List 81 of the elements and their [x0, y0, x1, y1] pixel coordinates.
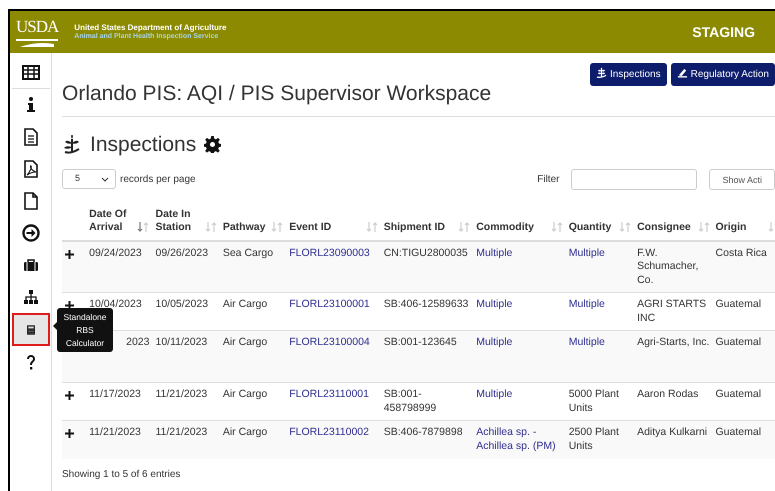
- table-cell: Sea Cargo: [222, 246, 274, 259]
- table-cell: 11/17/2023: [89, 388, 141, 400]
- column-header[interactable]: Commodity: [476, 221, 534, 235]
- pdf-icon: [22, 160, 40, 178]
- column-header[interactable]: Date Of Arrival: [89, 208, 136, 235]
- table-cell: SB:001-458798999: [384, 388, 436, 414]
- usda-logo: USDA: [16, 18, 58, 40]
- table-cell: 2023: [126, 336, 150, 348]
- plant-icon: [596, 67, 608, 78]
- filter-label: Filter: [537, 172, 560, 187]
- filter-field[interactable]: [571, 168, 698, 190]
- table-cell: Aaron Rodas: [637, 388, 698, 400]
- table-link[interactable]: Multiple: [476, 336, 512, 350]
- caret-icon: [101, 176, 109, 182]
- table-cell: 5000 Plant Units: [568, 388, 619, 414]
- table-cell: Aditya Kulkarni: [637, 426, 708, 438]
- table-cell: 11/21/2023: [155, 426, 208, 438]
- page-title: Orlando PIS: AQI / PIS Supervisor Workspace: [62, 81, 492, 106]
- table-link[interactable]: Multiple: [476, 246, 512, 260]
- sidebar-item[interactable]: [14, 315, 48, 344]
- entries-info: Showing 1 to 5 of 6 entries: [62, 466, 775, 491]
- toolbar-button[interactable]: Inspections: [590, 63, 667, 86]
- table-cell: Guatemal: [716, 336, 762, 348]
- table-cell: SB:001-123645: [384, 336, 457, 348]
- swoosh-icon: [20, 40, 54, 46]
- settings-icon[interactable]: [204, 136, 222, 154]
- table-cell: 10/05/2023: [155, 298, 208, 310]
- document-icon: [22, 128, 40, 146]
- column-header[interactable]: Origin: [716, 221, 746, 235]
- expand-icon[interactable]: [65, 391, 74, 400]
- table-cell: 2500 Plant Units: [568, 426, 619, 452]
- table-cell: Air Cargo: [222, 336, 268, 348]
- agency-name: United States Department of Agriculture: [74, 24, 226, 32]
- environment-label: STAGING: [692, 22, 755, 42]
- table-cell: Air Cargo: [222, 426, 268, 438]
- table-icon: [22, 64, 40, 82]
- toolbar-button[interactable]: Regulatory Action: [670, 63, 775, 86]
- table-cell: Guatemal: [716, 426, 762, 438]
- expand-icon[interactable]: [65, 301, 74, 310]
- show-active-button[interactable]: Show Acti: [709, 168, 775, 190]
- page-size-select[interactable]: 5: [62, 169, 116, 190]
- table-cell: CN:TIGU2800035: [384, 246, 468, 259]
- column-header[interactable]: Shipment ID: [384, 221, 445, 235]
- table-cell: 10/11/2023: [155, 336, 208, 348]
- table-link[interactable]: Multiple: [568, 336, 605, 350]
- table-cell: 10/04/2023: [89, 298, 142, 310]
- column-header[interactable]: Event ID: [289, 221, 332, 235]
- table-cell: Guatemal: [716, 388, 762, 400]
- table-cell: SB:406-12589633: [384, 298, 468, 310]
- sort-icon[interactable]: [137, 222, 150, 232]
- table-link[interactable]: Multiple: [476, 388, 512, 402]
- sitemap-icon: [22, 288, 40, 306]
- gavel-icon: [676, 67, 688, 78]
- section-title: Inspections: [90, 132, 196, 158]
- table-link[interactable]: Multiple: [476, 298, 512, 312]
- table-cell: Air Cargo: [222, 388, 268, 400]
- table-cell: Costa Rica: [716, 246, 767, 259]
- table-link[interactable]: Multiple: [568, 298, 605, 312]
- column-header[interactable]: Quantity: [568, 221, 612, 235]
- arrow-circle-icon: [22, 224, 40, 242]
- column-header[interactable]: Consignee: [637, 221, 691, 235]
- table-cell: 09/24/2023: [89, 246, 142, 259]
- table-cell: AGRI STARTS INC: [637, 298, 706, 324]
- table-cell: 11/21/2023: [155, 388, 208, 400]
- table-link[interactable]: FLORL23100001: [289, 298, 370, 312]
- expand-icon[interactable]: [65, 250, 74, 259]
- table-cell: Guatemal: [716, 298, 762, 310]
- expand-icon[interactable]: [65, 429, 74, 438]
- column-header[interactable]: Pathway: [222, 221, 266, 235]
- table-link[interactable]: Multiple: [568, 246, 605, 260]
- plant-icon: [62, 134, 82, 155]
- table-cell: 09/26/2023: [155, 246, 208, 259]
- table-cell: Air Cargo: [222, 298, 268, 310]
- table-link[interactable]: FLORL23110001: [289, 388, 369, 402]
- column-header[interactable]: Date In Station: [155, 208, 203, 235]
- table-cell: F.W. Schumacher, Co.: [637, 246, 698, 286]
- table-cell: SB:406-7879898: [384, 426, 463, 438]
- page-icon: [22, 192, 40, 210]
- page-size-label: records per page: [120, 172, 196, 187]
- table-cell: 11/21/2023: [89, 426, 141, 438]
- table-cell: Agri-Starts, Inc.: [637, 336, 710, 348]
